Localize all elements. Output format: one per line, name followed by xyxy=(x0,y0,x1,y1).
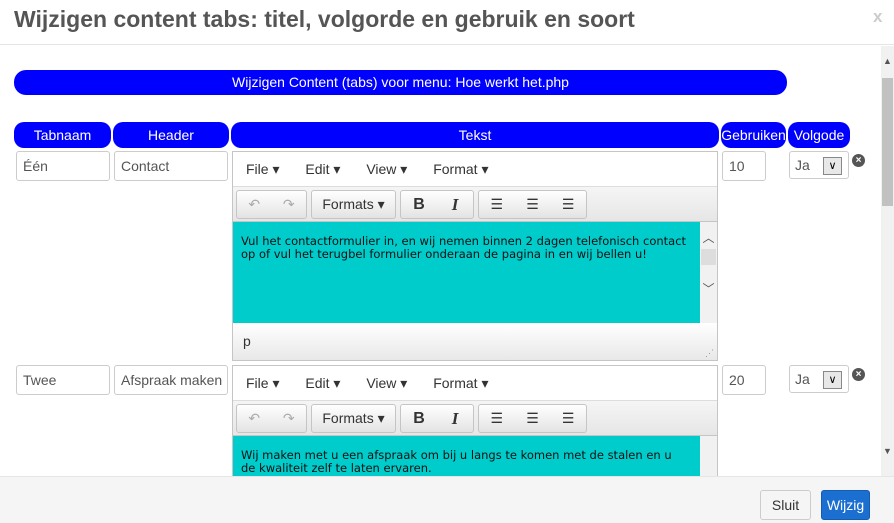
menu-edit[interactable]: Edit ▾ xyxy=(305,161,340,177)
volgorde-select[interactable]: Ja ∨ xyxy=(789,151,849,179)
modal-footer: Sluit Wijzig xyxy=(0,476,894,523)
chevron-down-icon: ∨ xyxy=(823,371,842,389)
select-value: Ja xyxy=(795,371,810,387)
header-input[interactable]: Afspraak maken xyxy=(114,365,228,395)
editor-toolbar: ↶ ↷ Formats ▾ BI ☰ ☰ ☰ xyxy=(233,187,717,222)
column-header-tekst: Tekst xyxy=(231,122,719,148)
gebruiken-input[interactable]: 10 xyxy=(722,151,766,181)
align-left-icon[interactable]: ☰ xyxy=(479,196,515,213)
scroll-thumb[interactable] xyxy=(882,78,893,206)
align-right-icon[interactable]: ☰ xyxy=(550,196,586,213)
editor-toolbar: ↶ ↷ Formats ▾ BI ☰ ☰ ☰ xyxy=(233,401,717,436)
redo-icon[interactable]: ↷ xyxy=(272,410,307,427)
column-header-tabnaam: Tabnaam xyxy=(14,122,111,148)
editor-text: Wij maken met u een afspraak om bij u la… xyxy=(241,448,672,475)
tabnaam-input[interactable]: Één xyxy=(16,151,110,181)
align-left-icon[interactable]: ☰ xyxy=(479,410,515,427)
redo-icon[interactable]: ↷ xyxy=(272,196,307,213)
undo-icon[interactable]: ↶ xyxy=(237,196,272,213)
column-header-gebruiken: Gebruiken xyxy=(721,122,786,148)
editor-content[interactable]: Vul het contactformulier in, en wij neme… xyxy=(233,222,717,323)
column-header-header: Header xyxy=(113,122,229,148)
align-center-icon[interactable]: ☰ xyxy=(515,196,551,213)
formats-dropdown[interactable]: Formats ▾ xyxy=(312,410,395,427)
volgorde-select[interactable]: Ja ∨ xyxy=(789,365,849,393)
text-editor: File ▾ Edit ▾ View ▾ Format ▾ ↶ ↷ Formats… xyxy=(232,151,718,361)
header-input[interactable]: Contact xyxy=(114,151,228,181)
editor-scrollbar[interactable]: ︿ ﹀ xyxy=(700,222,717,323)
menu-file[interactable]: File ▾ xyxy=(246,161,279,177)
align-center-icon[interactable]: ☰ xyxy=(515,410,551,427)
menu-edit[interactable]: Edit ▾ xyxy=(305,375,340,391)
modal-scrollbar[interactable]: ▲ ▼ xyxy=(881,46,894,476)
gebruiken-input[interactable]: 20 xyxy=(722,365,766,395)
resize-handle-icon[interactable]: ⋰ xyxy=(705,348,714,359)
modal-title: Wijzigen content tabs: titel, volgorde e… xyxy=(14,6,635,32)
align-right-icon[interactable]: ☰ xyxy=(550,410,586,427)
scroll-up-icon[interactable]: ▲ xyxy=(881,56,894,66)
bold-button[interactable]: B xyxy=(401,410,437,428)
italic-button[interactable]: I xyxy=(437,409,473,429)
editor-menubar: File ▾ Edit ▾ View ▾ Format ▾ xyxy=(233,152,717,187)
bold-button[interactable]: B xyxy=(401,196,437,214)
modal-header: Wijzigen content tabs: titel, volgorde e… xyxy=(0,0,894,45)
menu-view[interactable]: View ▾ xyxy=(366,375,407,391)
formats-dropdown[interactable]: Formats ▾ xyxy=(312,196,395,213)
modal-body: Wijzigen Content (tabs) voor menu: Hoe w… xyxy=(0,46,894,521)
undo-icon[interactable]: ↶ xyxy=(237,410,272,427)
chevron-down-icon: ∨ xyxy=(823,157,842,175)
editor-menubar: File ▾ Edit ▾ View ▾ Format ▾ xyxy=(233,366,717,401)
editor-text: Vul het contactformulier in, en wij neme… xyxy=(241,234,687,261)
menu-file[interactable]: File ▾ xyxy=(246,375,279,391)
menu-view[interactable]: View ▾ xyxy=(366,161,407,177)
menu-format[interactable]: Format ▾ xyxy=(433,161,488,177)
menu-format[interactable]: Format ▾ xyxy=(433,375,488,391)
editor-statusbar: p ⋰ xyxy=(233,323,717,360)
save-button[interactable]: Wijzig xyxy=(821,490,870,520)
delete-row-icon[interactable]: × xyxy=(852,368,865,381)
tabnaam-input[interactable]: Twee xyxy=(16,365,110,395)
close-icon[interactable]: x xyxy=(873,7,882,27)
menu-banner: Wijzigen Content (tabs) voor menu: Hoe w… xyxy=(14,70,787,95)
element-path: p xyxy=(243,333,251,349)
column-header-volgorde: Volgode xyxy=(788,122,850,148)
scroll-down-icon[interactable]: ▼ xyxy=(881,446,894,456)
close-button[interactable]: Sluit xyxy=(760,490,811,520)
delete-row-icon[interactable]: × xyxy=(852,154,865,167)
select-value: Ja xyxy=(795,157,810,173)
italic-button[interactable]: I xyxy=(437,195,473,215)
